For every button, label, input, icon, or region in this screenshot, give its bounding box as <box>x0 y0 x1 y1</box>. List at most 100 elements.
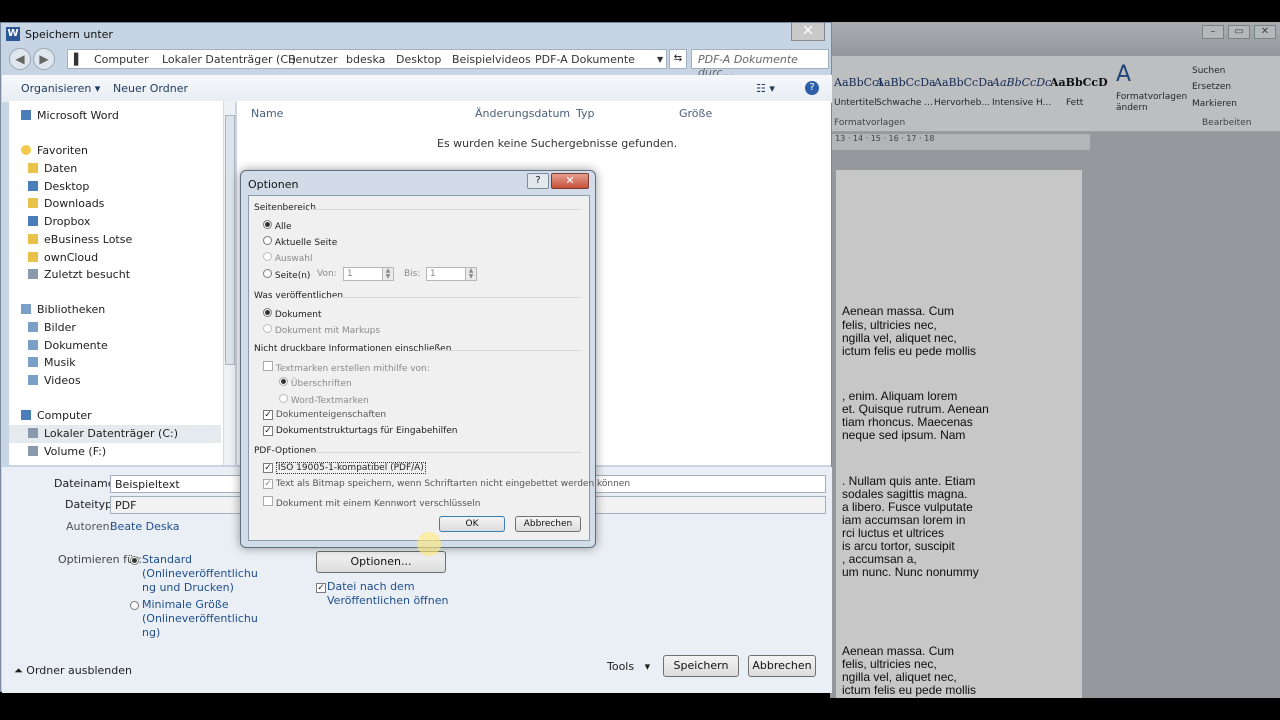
nav-item-libraries[interactable]: Bibliotheken <box>21 303 105 316</box>
bookmarks-checkbox[interactable]: Textmarken erstellen mithilfe von: <box>263 361 430 374</box>
change-styles-label[interactable]: Formatvorlagen ändern <box>1116 92 1187 114</box>
optimize-standard-label[interactable]: Standard (Onlineveröffentlichu ng und Druc… <box>142 553 258 595</box>
minimize-icon[interactable]: – <box>1202 25 1224 39</box>
help-icon[interactable]: ? <box>805 81 819 95</box>
open-after-label[interactable]: Datei nach dem Veröffentlichen öffnen <box>327 580 448 608</box>
to-spinner-icon[interactable]: ▲ ▼ <box>465 267 477 281</box>
option-label: Text als Bitmap speichern, wenn Schrifta… <box>275 479 631 489</box>
nav-item-favorites[interactable]: Favoriten <box>21 144 88 157</box>
view-icon[interactable]: ☷ ▾ <box>756 82 775 95</box>
label-line: Minimale Größe <box>142 598 229 611</box>
close-icon[interactable]: ✕ <box>1254 25 1276 39</box>
breadcrumb-item[interactable]: PDF-A Dokumente <box>535 53 635 66</box>
nav-item-word[interactable]: Microsoft Word <box>21 109 119 122</box>
optimize-minimal-radio[interactable] <box>130 601 139 610</box>
label-line: ng) <box>142 626 161 639</box>
tools-button[interactable]: Tools ▾ <box>607 660 650 673</box>
help-icon[interactable]: ? <box>527 173 549 189</box>
style-sample[interactable]: AaBbCcDa <box>934 76 994 89</box>
breadcrumb-item[interactable]: Beispielvideos <box>452 53 531 66</box>
nav-item-daten[interactable]: Daten <box>28 162 77 175</box>
cancel-button[interactable]: Abbrechen <box>748 655 816 677</box>
nav-item-drive-c[interactable]: Lokaler Datenträger (C:) <box>9 425 221 443</box>
range-selection-option[interactable]: Auswahl <box>263 252 313 264</box>
select-button[interactable]: Markieren <box>1192 99 1237 109</box>
close-icon[interactable]: ✕ <box>551 173 589 189</box>
new-folder-button[interactable]: Neuer Ordner <box>113 82 188 95</box>
breadcrumb-item[interactable]: bdeska <box>346 53 385 66</box>
save-button[interactable]: Speichern <box>663 655 739 677</box>
range-all-option[interactable]: Alle <box>263 220 292 232</box>
from-spinner-icon[interactable]: ▲ ▼ <box>382 267 394 281</box>
column-date[interactable]: Änderungsdatum <box>475 107 570 120</box>
nav-item-dropbox[interactable]: Dropbox <box>28 215 90 228</box>
forward-icon[interactable]: ▶ <box>33 48 55 70</box>
breadcrumb-item[interactable]: Lokaler Datenträger (C:) <box>162 53 296 66</box>
encrypt-checkbox[interactable]: Dokument mit einem Kennwort verschlüssel… <box>263 496 481 509</box>
maximize-icon[interactable]: ▭ <box>1228 25 1250 39</box>
option-label: Textmarken erstellen mithilfe von: <box>275 364 430 374</box>
word-bookmarks-option[interactable]: Word-Textmarken <box>279 394 369 406</box>
nav-item-music[interactable]: Musik <box>28 356 76 369</box>
document-page[interactable]: Aenean massa. Cum felis, ultricies nec, … <box>836 170 1082 698</box>
range-current-option[interactable]: Aktuelle Seite <box>263 236 337 248</box>
nav-item-pictures[interactable]: Bilder <box>28 321 76 334</box>
search-input[interactable]: PDF-A Dokumente durc... <box>691 49 829 79</box>
nav-item-videos[interactable]: Videos <box>28 374 81 387</box>
find-button[interactable]: Suchen <box>1192 66 1225 76</box>
breadcrumb-item[interactable]: Computer <box>94 53 149 66</box>
cancel-button[interactable]: Abbrechen <box>515 516 581 532</box>
range-pages-option[interactable]: Seite(n) <box>263 269 310 281</box>
bitmap-text-checkbox[interactable]: ✓ Text als Bitmap speichern, wenn Schrif… <box>263 479 630 489</box>
text-line: felis, ultricies nec, <box>842 657 937 671</box>
text-line: is arcu tortor, suscipit <box>842 539 955 553</box>
text-line: um nunc. Nunc nonummy <box>842 565 979 579</box>
styles-icon[interactable]: A <box>1116 62 1131 87</box>
nav-label: Musik <box>44 356 76 369</box>
nav-item-documents[interactable]: Dokumente <box>28 339 108 352</box>
breadcrumb-item[interactable]: Desktop <box>396 53 441 66</box>
close-icon[interactable]: ✕ <box>791 23 825 41</box>
doc-properties-checkbox[interactable]: ✓ Dokumenteigenschaften <box>263 410 386 420</box>
column-size[interactable]: Größe <box>679 107 712 120</box>
column-type[interactable]: Typ <box>576 107 595 120</box>
style-sample[interactable]: AaBbCcD <box>1050 76 1108 89</box>
nav-item-owncloud[interactable]: ownCloud <box>28 251 98 264</box>
filetype-label: Dateityp: <box>65 498 116 511</box>
style-sample[interactable]: AaBbCcDc <box>992 76 1051 89</box>
nav-item-volume-f[interactable]: Volume (F:) <box>28 445 106 458</box>
back-icon[interactable]: ◀ <box>9 48 31 70</box>
column-name[interactable]: Name <box>251 107 283 120</box>
nav-item-ebusiness[interactable]: eBusiness Lotse <box>28 233 132 246</box>
headings-option[interactable]: Überschriften <box>279 377 352 389</box>
text-line: sodales sagittis magna. <box>842 487 968 501</box>
nav-scrollbar[interactable] <box>223 101 235 465</box>
nav-item-recent[interactable]: Zuletzt besucht <box>28 268 130 281</box>
nav-label: Volume (F:) <box>44 445 107 458</box>
nav-item-computer[interactable]: Computer <box>21 409 92 422</box>
structure-tags-checkbox[interactable]: ✓ Dokumentstrukturtags für Eingabehilfen <box>263 426 457 436</box>
hide-folders-button[interactable]: ⏶ Ordner ausblenden <box>14 664 132 678</box>
optimize-standard-radio[interactable] <box>130 556 139 565</box>
refresh-icon[interactable]: ⇆ <box>669 49 687 69</box>
style-sample[interactable]: AaBbCcDa <box>876 76 936 89</box>
optimize-minimal-label[interactable]: Minimale Größe (Onlineveröffentlichu ng) <box>142 598 258 640</box>
iso-pdfa-checkbox[interactable]: ✓ ISO 19005-1-kompatibel (PDF/A) <box>263 462 426 474</box>
nav-item-desktop[interactable]: Desktop <box>28 180 89 193</box>
open-after-checkbox[interactable]: ✓ <box>316 583 326 593</box>
replace-button[interactable]: Ersetzen <box>1192 82 1231 92</box>
publish-markup-option[interactable]: Dokument mit Markups <box>263 324 380 336</box>
ok-button[interactable]: OK <box>439 516 505 532</box>
scrollbar-thumb[interactable] <box>225 115 235 365</box>
option-label: Aktuelle Seite <box>274 238 338 248</box>
nav-item-downloads[interactable]: Downloads <box>28 197 104 210</box>
publish-document-option[interactable]: Dokument <box>263 308 322 320</box>
section-page-range: Seitenbereich <box>254 203 316 213</box>
word-icon <box>21 110 31 120</box>
breadcrumb-item[interactable]: Benutzer <box>288 53 338 66</box>
address-bar[interactable]: ▌ Computer Lokaler Datenträger (C:) Benu… <box>67 49 667 69</box>
organize-button[interactable]: Organisieren ▾ <box>21 82 100 95</box>
chevron-down-icon[interactable]: ▼ <box>657 55 663 64</box>
authors-value[interactable]: Beate Deska <box>110 520 180 533</box>
divider <box>309 209 581 210</box>
